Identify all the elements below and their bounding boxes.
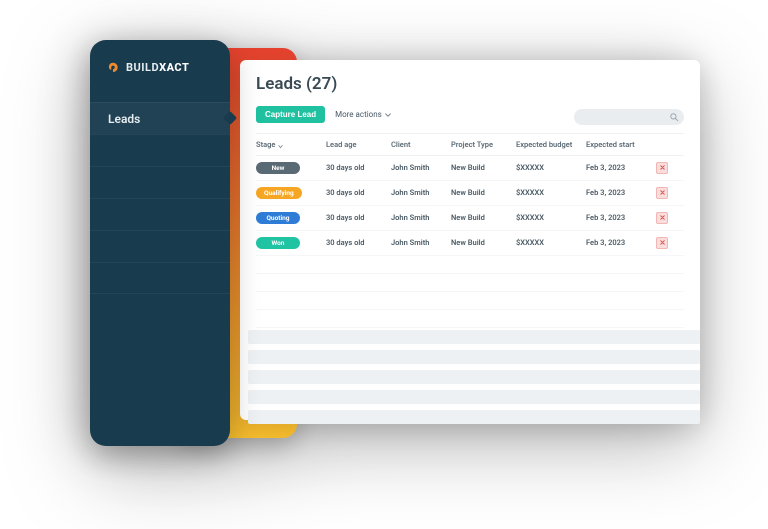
table-body: New30 days oldJohn SmithNew Build$XXXXXF… [256,156,684,328]
stage-pill: New [256,162,300,174]
cell-expected-start: Feb 3, 2023 [586,213,651,222]
sidebar-device: BUILDXACT Leads [90,40,230,446]
empty-row [256,292,684,310]
sidebar-item-label: Leads [108,112,140,126]
col-header-stage[interactable]: Stage [256,140,326,149]
sidebar-menu: Leads [90,92,230,304]
capture-lead-button[interactable]: Capture Lead [256,106,325,123]
search-input[interactable] [574,109,684,125]
sidebar-item-leads[interactable]: Leads [90,102,230,134]
more-actions-dropdown[interactable]: More actions [335,110,391,119]
table-row[interactable]: Quoting 30 days oldJohn SmithNew Build$XX… [256,206,684,231]
sidebar-item-slot-1[interactable] [90,134,230,166]
cell-project-type: New Build [451,188,516,197]
delete-row-button[interactable] [656,162,668,174]
table-row[interactable]: Qualifying 30 days oldJohn SmithNew Build… [256,181,684,206]
col-header-lead-age[interactable]: Lead age [326,140,391,149]
cell-client: John Smith [391,163,451,172]
brand-icon [106,60,120,74]
empty-row [256,310,684,328]
delete-row-button[interactable] [656,187,668,199]
stage-pill: Qualifying [256,187,302,199]
page-title: Leads (27) [256,74,684,94]
cell-lead-age: 30 days old [326,163,391,172]
chevron-down-icon [385,111,391,117]
leads-table: Stage Lead age Client Project Type Expec… [256,133,684,328]
col-header-expected-budget[interactable]: Expected budget [516,140,586,149]
cell-expected-budget: $XXXXX [516,213,586,222]
cell-client: John Smith [391,188,451,197]
col-header-project-type[interactable]: Project Type [451,140,516,149]
search-icon [669,107,679,117]
more-actions-label: More actions [335,110,382,119]
brand-text: BUILDXACT [126,61,189,74]
empty-row [256,274,684,292]
stage-pill: Won [256,237,300,249]
cell-expected-budget: $XXXXX [516,163,586,172]
cell-client: John Smith [391,238,451,247]
delete-row-button[interactable] [656,237,668,249]
toolbar: Capture Lead More actions [256,104,684,125]
col-header-expected-start[interactable]: Expected start [586,140,651,149]
delete-row-button[interactable] [656,212,668,224]
stage-pill: Quoting [256,212,300,224]
sidebar-item-slot-2[interactable] [90,166,230,198]
cell-expected-start: Feb 3, 2023 [586,188,651,197]
cell-client: John Smith [391,213,451,222]
table-header-row: Stage Lead age Client Project Type Expec… [256,133,684,156]
table-row[interactable]: New 30 days oldJohn SmithNew Build$XXXXXF… [256,156,684,181]
sidebar-item-slot-4[interactable] [90,230,230,262]
cell-project-type: New Build [451,213,516,222]
cell-project-type: New Build [451,238,516,247]
cell-lead-age: 30 days old [326,213,391,222]
cell-expected-start: Feb 3, 2023 [586,238,651,247]
cell-project-type: New Build [451,163,516,172]
cell-lead-age: 30 days old [326,188,391,197]
cell-expected-budget: $XXXXX [516,188,586,197]
brand-logo: BUILDXACT [90,60,230,92]
overflow-bands [248,330,700,430]
sort-down-icon [278,142,283,147]
sidebar-item-slot-3[interactable] [90,198,230,230]
col-header-client[interactable]: Client [391,140,451,149]
empty-row [256,256,684,274]
search-wrap [574,104,684,125]
sidebar-item-slot-5[interactable] [90,262,230,294]
cell-expected-start: Feb 3, 2023 [586,163,651,172]
table-row[interactable]: Won 30 days oldJohn SmithNew Build$XXXXXF… [256,231,684,256]
cell-lead-age: 30 days old [326,238,391,247]
cell-expected-budget: $XXXXX [516,238,586,247]
